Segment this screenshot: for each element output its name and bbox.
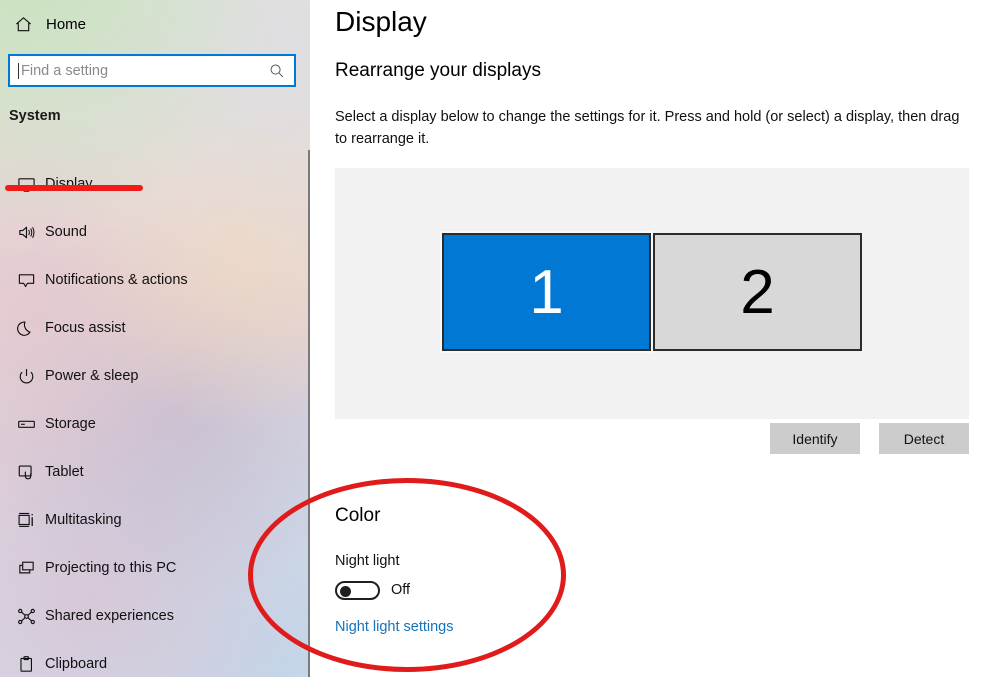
display-arrangement-panel: 1 2 bbox=[335, 168, 969, 419]
sidebar-item-clipboard[interactable]: Clipboard bbox=[0, 640, 300, 677]
clipboard-icon bbox=[7, 655, 45, 674]
sidebar-item-display[interactable]: Display bbox=[0, 160, 300, 208]
display-box-2[interactable]: 2 bbox=[653, 233, 862, 351]
sidebar-item-label: Power & sleep bbox=[45, 368, 139, 384]
drive-icon bbox=[7, 415, 45, 434]
moon-icon bbox=[7, 319, 45, 338]
night-light-label: Night light bbox=[335, 553, 400, 569]
sidebar-item-sound[interactable]: Sound bbox=[0, 208, 300, 256]
sidebar-group-heading: System bbox=[9, 108, 61, 124]
sidebar-item-tablet[interactable]: Tablet bbox=[0, 448, 300, 496]
sidebar-item-power-sleep[interactable]: Power & sleep bbox=[0, 352, 300, 400]
identify-button[interactable]: Identify bbox=[770, 423, 860, 454]
speaker-icon bbox=[7, 223, 45, 242]
section-heading-color: Color bbox=[335, 505, 381, 526]
sidebar-item-label: Projecting to this PC bbox=[45, 560, 177, 576]
display-number: 2 bbox=[740, 257, 775, 327]
section-heading-rearrange: Rearrange your displays bbox=[335, 60, 541, 81]
sidebar-item-home[interactable]: Home bbox=[0, 8, 300, 40]
sidebar-item-focus-assist[interactable]: Focus assist bbox=[0, 304, 300, 352]
sidebar-home-label: Home bbox=[46, 15, 87, 33]
sidebar-item-label: Sound bbox=[45, 224, 87, 240]
night-light-settings-link[interactable]: Night light settings bbox=[335, 619, 453, 635]
sidebar-item-label: Clipboard bbox=[45, 656, 108, 672]
project-icon bbox=[7, 559, 45, 578]
home-icon bbox=[6, 15, 40, 34]
detect-button[interactable]: Detect bbox=[879, 423, 969, 454]
annotation-underline-display bbox=[5, 185, 143, 191]
night-light-toggle[interactable] bbox=[335, 581, 380, 600]
settings-sidebar: Home Find a setting System Display Sound… bbox=[0, 0, 310, 677]
share-nodes-icon bbox=[7, 607, 45, 626]
toggle-knob bbox=[340, 586, 351, 597]
sidebar-item-projecting[interactable]: Projecting to this PC bbox=[0, 544, 300, 592]
notification-icon bbox=[7, 271, 45, 290]
sidebar-item-label: Focus assist bbox=[45, 320, 126, 336]
display-number: 1 bbox=[529, 257, 564, 327]
display-box-1[interactable]: 1 bbox=[440, 231, 653, 353]
sidebar-item-label: Tablet bbox=[45, 464, 84, 480]
sidebar-item-notifications[interactable]: Notifications & actions bbox=[0, 256, 300, 304]
sidebar-item-label: Storage bbox=[45, 416, 96, 432]
sidebar-item-multitasking[interactable]: Multitasking bbox=[0, 496, 300, 544]
night-light-state: Off bbox=[391, 582, 411, 598]
taskview-icon bbox=[7, 511, 45, 530]
sidebar-item-storage[interactable]: Storage bbox=[0, 400, 300, 448]
search-icon[interactable] bbox=[264, 63, 290, 79]
page-title: Display bbox=[335, 6, 427, 37]
sidebar-nav-list: Display Sound Notifications & actions Fo… bbox=[0, 160, 300, 677]
sidebar-item-shared-experiences[interactable]: Shared experiences bbox=[0, 592, 300, 640]
power-icon bbox=[7, 367, 45, 386]
section-description: Select a display below to change the set… bbox=[335, 109, 960, 147]
sidebar-item-label: Multitasking bbox=[45, 512, 122, 528]
sidebar-item-label: Shared experiences bbox=[45, 608, 174, 624]
search-input[interactable]: Find a setting bbox=[8, 54, 296, 87]
search-placeholder: Find a setting bbox=[21, 62, 109, 79]
sidebar-item-label: Notifications & actions bbox=[45, 272, 188, 288]
main-content: Display Rearrange your displays Select a… bbox=[310, 0, 995, 677]
tablet-icon bbox=[7, 463, 45, 482]
